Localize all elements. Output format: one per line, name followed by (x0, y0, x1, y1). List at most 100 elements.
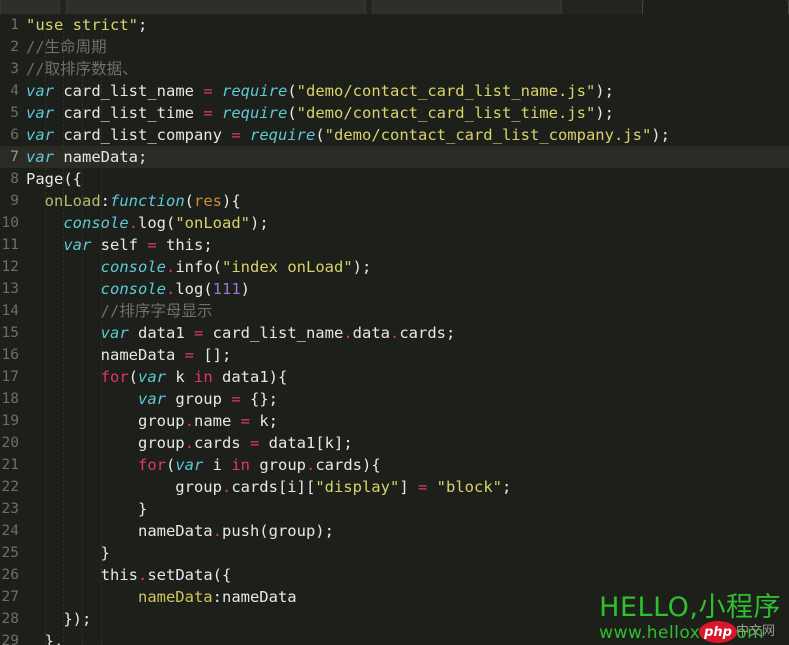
code-token: log (175, 280, 204, 298)
editor-tab-2[interactable] (372, 0, 562, 14)
code-token: card_list_company (54, 126, 232, 144)
code-line[interactable]: 29 }, (0, 630, 789, 645)
line-number: 29 (1, 633, 19, 645)
code-line[interactable]: 25 } (0, 542, 789, 564)
line-content: var card_list_company = require("demo/co… (26, 124, 670, 146)
code-line[interactable]: 28 }); (0, 608, 789, 630)
code-token: . (165, 280, 176, 298)
code-token: ); (250, 214, 269, 232)
code-editor-area[interactable]: 1 "use strict"; 2 //生命周期 3 //取排序数据、 4 var card_… (0, 14, 789, 645)
code-line[interactable]: 10 console.log("onLoad"); (0, 212, 789, 234)
code-line[interactable]: 2 //生命周期 (0, 36, 789, 58)
code-token: this; (156, 236, 213, 254)
line-number: 11 (1, 237, 19, 253)
code-token: ; (502, 478, 512, 496)
code-token: . (343, 324, 353, 342)
code-line[interactable]: 20 group.cards = data1[k]; (0, 432, 789, 454)
code-token: "demo/contact_card_list_time.js" (296, 104, 596, 122)
line-content: group.cards[i]["display"] = "block"; (26, 476, 511, 498)
code-line[interactable]: 27 nameData:nameData (0, 586, 789, 608)
line-content: } (26, 498, 147, 520)
code-token: . (184, 412, 194, 430)
code-token: "index onLoad" (222, 258, 353, 276)
line-content: group.cards = data1[k]; (26, 432, 353, 454)
code-line[interactable]: 8 Page({ (0, 168, 789, 190)
editor-tab-3[interactable] (642, 0, 789, 14)
line-number: 18 (1, 391, 19, 407)
line-number: 3 (10, 61, 19, 77)
code-token: "use strict" (26, 16, 138, 34)
line-content: var nameData; (26, 146, 147, 168)
code-line[interactable]: 18 var group = {}; (0, 388, 789, 410)
line-content: //生命周期 (26, 36, 107, 58)
code-token: nameData (26, 522, 213, 540)
code-token: ); (595, 82, 614, 100)
code-line[interactable]: 26 this.setData({ (0, 564, 789, 586)
code-token: {}; (240, 390, 278, 408)
line-content: console.log(111) (26, 278, 250, 300)
code-line[interactable]: 3 //取排序数据、 (0, 58, 789, 80)
line-number: 22 (1, 479, 19, 495)
code-line[interactable]: 11 var self = this; (0, 234, 789, 256)
line-number: 19 (1, 413, 19, 429)
editor-tab-0[interactable] (0, 0, 60, 14)
code-line[interactable]: 7 var nameData; (0, 146, 789, 168)
code-line[interactable]: 19 group.name = k; (0, 410, 789, 432)
line-number: 10 (1, 215, 19, 231)
code-token: ); (651, 126, 670, 144)
line-content: } (26, 542, 110, 564)
line-number: 15 (1, 325, 19, 341)
code-line[interactable]: 5 var card_list_time = require("demo/cont… (0, 102, 789, 124)
code-line[interactable]: 16 nameData = []; (0, 344, 789, 366)
editor-tab-1[interactable] (66, 0, 366, 14)
code-token: "onLoad" (175, 214, 250, 232)
line-content: var group = {}; (26, 388, 278, 410)
code-token: self (91, 236, 148, 254)
code-line[interactable]: 9 onLoad:function(res){ (0, 190, 789, 212)
code-token: onLoad (44, 192, 101, 210)
code-token: var (137, 390, 166, 408)
code-token: //取排序数据、 (26, 60, 138, 78)
line-content: this.setData({ (26, 564, 232, 586)
code-line[interactable]: 15 var data1 = card_list_name.data.cards… (0, 322, 789, 344)
code-token: = (147, 236, 157, 254)
code-line[interactable]: 6 var card_list_company = require("demo/c… (0, 124, 789, 146)
code-line[interactable]: 24 nameData.push(group); (0, 520, 789, 542)
code-token: group (26, 434, 185, 452)
line-number: 27 (1, 589, 19, 605)
editor-tab-strip[interactable] (0, 0, 789, 14)
code-token: card_list_name (54, 82, 204, 100)
code-token: res (194, 192, 223, 210)
code-token: = (249, 434, 260, 452)
code-token: ( (203, 280, 213, 298)
line-content: onLoad:function(res){ (26, 190, 241, 212)
code-line[interactable]: 13 console.log(111) (0, 278, 789, 300)
code-token: } (26, 500, 148, 518)
line-content: group.name = k; (26, 410, 278, 432)
code-token: = (240, 412, 250, 430)
code-line[interactable]: 4 var card_list_name = require("demo/cont… (0, 80, 789, 102)
line-number: 28 (1, 611, 19, 627)
code-line[interactable]: 23 } (0, 498, 789, 520)
code-line[interactable]: 22 group.cards[i]["display"] = "block"; (0, 476, 789, 498)
code-token: group (26, 412, 185, 430)
line-number: 13 (1, 281, 19, 297)
code-line[interactable]: 1 "use strict"; (0, 14, 789, 36)
code-line[interactable]: 12 console.info("index onLoad"); (0, 256, 789, 278)
code-token: }); (26, 610, 92, 628)
code-token: . (137, 566, 148, 584)
code-line[interactable]: 21 for(var i in group.cards){ (0, 454, 789, 476)
code-line[interactable]: 14 //排序字母显示 (0, 300, 789, 322)
code-line[interactable]: 17 for(var k in data1){ (0, 366, 789, 388)
line-number: 21 (1, 457, 19, 473)
code-lines-container[interactable]: 1 "use strict"; 2 //生命周期 3 //取排序数据、 4 var card_… (0, 14, 789, 645)
line-number: 12 (1, 259, 19, 275)
code-token: = (203, 82, 213, 100)
